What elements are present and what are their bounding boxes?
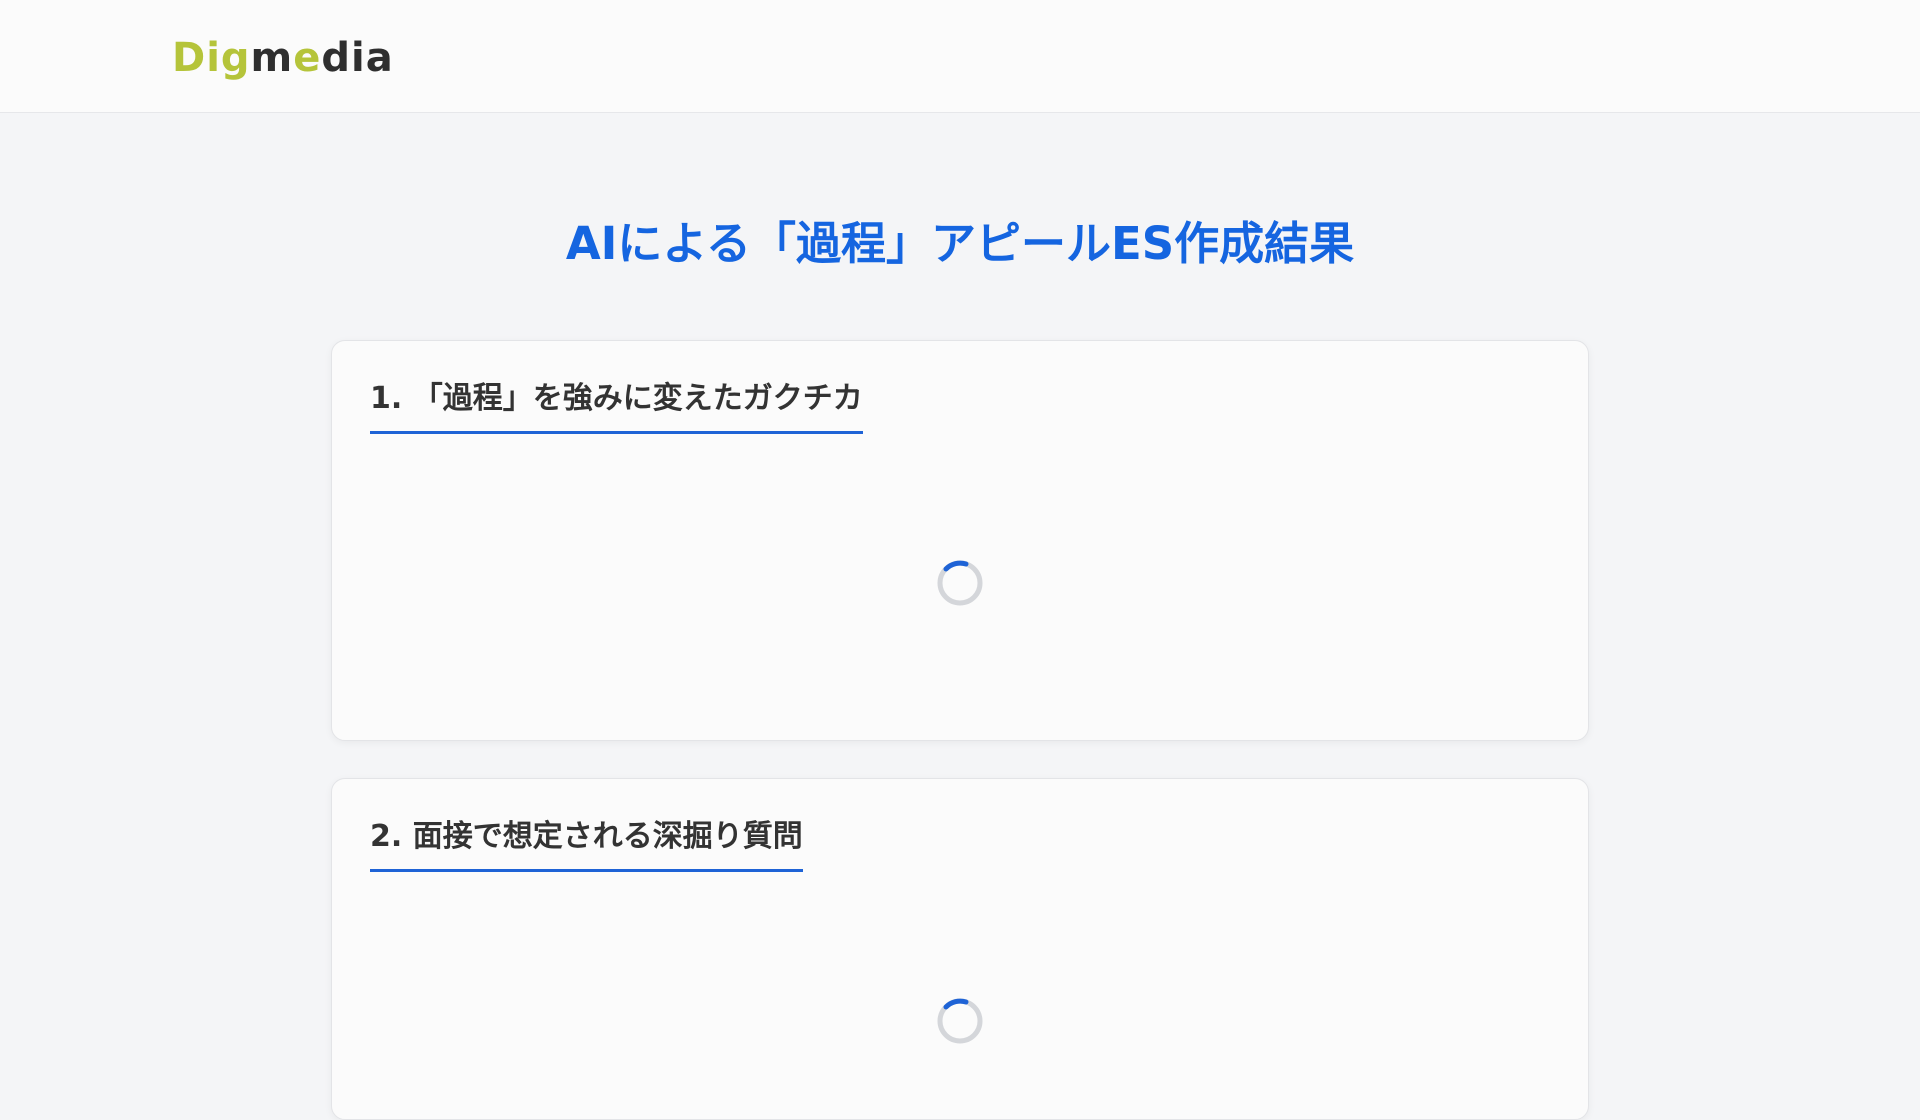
- digmedia-logo[interactable]: Dig m e dia: [172, 34, 394, 82]
- section-heading: 1. 「過程」を強みに変えたガクチカ: [370, 377, 863, 434]
- result-card-interview-questions: 2. 面接で想定される深掘り質問: [331, 778, 1589, 1120]
- logo-part: dia: [321, 35, 394, 81]
- logo-part: Dig: [172, 35, 251, 81]
- section-heading: 2. 面接で想定される深掘り質問: [370, 815, 803, 872]
- loading-spinner-icon: [937, 998, 983, 1044]
- result-card-gakuchika: 1. 「過程」を強みに変えたガクチカ: [331, 340, 1589, 741]
- logo-part: e: [293, 35, 322, 81]
- loading-spinner-icon: [937, 560, 983, 606]
- page-title: AIによる「過程」アピールES作成結果: [565, 217, 1355, 270]
- site-header: Dig m e dia: [0, 0, 1920, 113]
- logo-part: m: [250, 35, 294, 81]
